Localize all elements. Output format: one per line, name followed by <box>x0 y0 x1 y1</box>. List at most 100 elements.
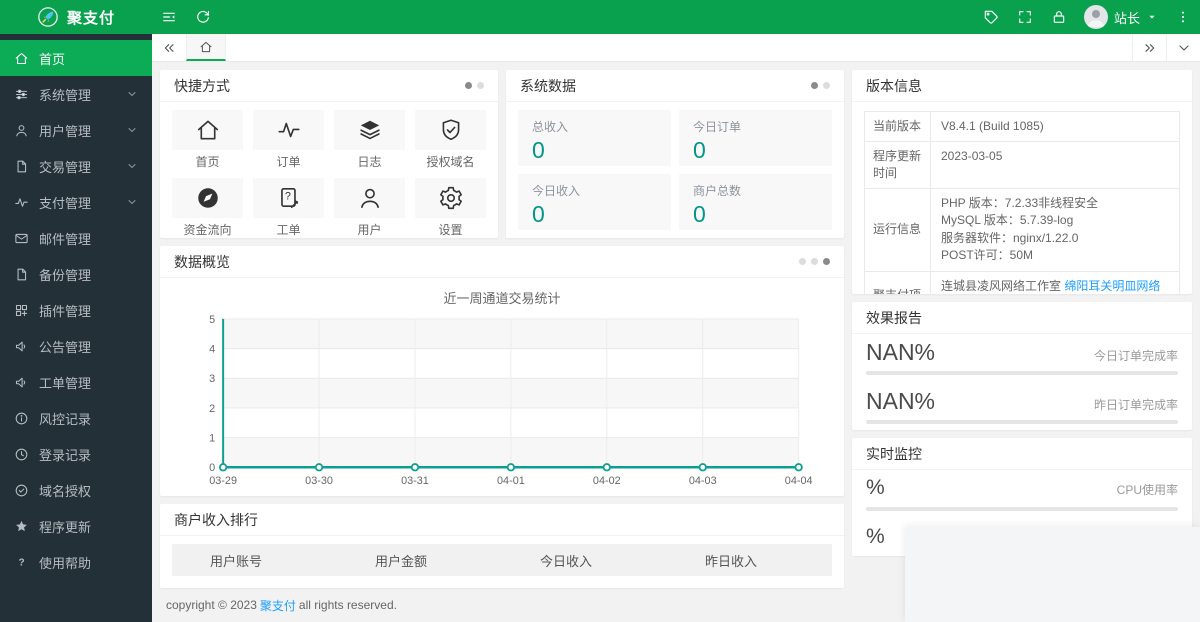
carousel-dot[interactable] <box>823 82 830 89</box>
svg-text:3: 3 <box>209 373 215 385</box>
svg-text:03-30: 03-30 <box>305 475 333 487</box>
quick-link-4[interactable]: 资金流向 <box>172 178 243 238</box>
progress-bar <box>866 420 1178 424</box>
carousel-dot[interactable] <box>799 258 806 265</box>
sidebar-item-0[interactable]: 首页 <box>0 40 152 76</box>
version-row: 运行信息 PHP 版本：7.2.33非线程安全 MySQL 版本：5.7.39-l… <box>865 188 1179 272</box>
sidebar-item-label: 登录记录 <box>39 447 92 463</box>
version-row-value: 连城县凌风网络工作室 绵阳耳关明皿网络科技有限公司 广州市小闹网络科技有限公司 … <box>931 272 1179 294</box>
plugin-icon <box>14 303 29 318</box>
sidebar-item-label: 首页 <box>39 51 66 67</box>
version-row-label: 聚支付项目组 <box>865 271 931 294</box>
sidebar-item-10[interactable]: 风控记录 <box>0 400 152 436</box>
footer-brand-link[interactable]: 聚支付 <box>260 597 296 614</box>
svg-text:04-03: 04-03 <box>689 475 717 487</box>
tag-icon[interactable] <box>974 0 1008 34</box>
quick-link-label: 设置 <box>438 223 463 237</box>
more-menu-icon[interactable] <box>1166 0 1200 34</box>
sidebar-item-1[interactable]: 系统管理 <box>0 76 152 112</box>
version-info-card: 版本信息 当前版本 V8.4.1 (Build 1085) 程序更新时间 202… <box>852 70 1192 294</box>
sidebar-item-6[interactable]: 备份管理 <box>0 256 152 292</box>
sidebar-item-9[interactable]: 工单管理 <box>0 364 152 400</box>
meter-label: CPU使用率 <box>1116 483 1178 497</box>
quick-link-7[interactable]: 设置 <box>415 178 486 238</box>
quick-link-6[interactable]: 用户 <box>334 178 405 238</box>
stat-box: 商户总数 0 <box>679 174 832 230</box>
fullscreen-icon[interactable] <box>1008 0 1042 34</box>
sidebar-item-13[interactable]: 程序更新 <box>0 508 152 544</box>
version-row: 聚支付项目组 连城县凌风网络工作室 绵阳耳关明皿网络科技有限公司 广州市小闹网络… <box>865 271 1179 294</box>
meter-row: NAN% 昨日订单完成率 <box>852 383 1192 424</box>
gear-icon <box>415 178 486 218</box>
brand[interactable]: 聚支付 <box>0 0 152 34</box>
carousel-dot[interactable] <box>465 82 472 89</box>
sidebar-item-14[interactable]: ? 使用帮助 <box>0 544 152 580</box>
rank-column-header: 昨日收入 <box>705 553 758 569</box>
carousel-dot[interactable] <box>823 258 830 265</box>
svg-text:2: 2 <box>209 403 215 415</box>
refresh-icon[interactable] <box>186 0 220 34</box>
tabs-scroll-right-icon[interactable] <box>1132 34 1166 61</box>
footer-text-suffix: all rights reserved. <box>298 598 397 612</box>
quick-link-label: 日志 <box>357 155 382 169</box>
tab-bar <box>152 34 1200 62</box>
svg-text:?: ? <box>18 557 24 568</box>
collapse-sidebar-icon[interactable] <box>152 0 186 34</box>
pulse-icon <box>14 195 29 210</box>
sidebar-item-5[interactable]: 邮件管理 <box>0 220 152 256</box>
doc-question-icon: ? <box>253 178 324 218</box>
shield-check-icon <box>415 110 486 150</box>
version-row-label: 运行信息 <box>865 188 931 271</box>
quick-link-5[interactable]: ? 工单 <box>253 178 324 238</box>
user-menu[interactable]: 站长 <box>1076 0 1166 34</box>
pulse-icon <box>253 110 324 150</box>
stat-value: 0 <box>693 201 706 227</box>
circle-check-icon <box>14 483 29 498</box>
stat-box: 今日订单 0 <box>679 110 832 166</box>
lock-icon[interactable] <box>1042 0 1076 34</box>
svg-text:04-01: 04-01 <box>497 475 525 487</box>
tabs-scroll-left-icon[interactable] <box>152 34 186 61</box>
mail-icon <box>14 231 29 246</box>
version-row: 当前版本 V8.4.1 (Build 1085) <box>865 112 1179 143</box>
avatar <box>1083 5 1108 29</box>
quick-link-3[interactable]: 授权域名 <box>415 110 486 170</box>
quick-link-2[interactable]: 日志 <box>334 110 405 170</box>
sidebar-item-7[interactable]: 插件管理 <box>0 292 152 328</box>
carousel-dot[interactable] <box>811 82 818 89</box>
sidebar-item-label: 备份管理 <box>39 267 92 283</box>
quick-link-label: 订单 <box>276 155 301 169</box>
line-chart: 0 1 2 3 4 5 03-29 03-30 03-31 04-01 04-0… <box>160 307 844 491</box>
meter-row: NAN% 今日订单完成率 <box>852 334 1192 375</box>
sidebar-item-2[interactable]: 用户管理 <box>0 112 152 148</box>
tab-home[interactable] <box>186 34 226 61</box>
user-icon <box>334 178 405 218</box>
quick-links-card: 快捷方式 首页 订单 日志 授权域名 资金流向 ? 工单 用户 设置 <box>160 70 498 238</box>
system-stats-title: 系统数据 <box>520 77 576 94</box>
compass-icon <box>172 178 243 218</box>
stat-value: 0 <box>532 137 545 163</box>
stat-label: 商户总数 <box>693 184 742 198</box>
sidebar-item-3[interactable]: 交易管理 <box>0 148 152 184</box>
sidebar-item-label: 支付管理 <box>39 195 92 211</box>
meter-row: % CPU使用率 <box>852 470 1192 511</box>
carousel-dot[interactable] <box>811 258 818 265</box>
app-window: 聚支付 站长 首页 系统管理 用户管理 交易管理 支付管理 邮件管理 备份管理 … <box>0 0 1200 622</box>
stat-label: 今日收入 <box>532 184 581 198</box>
carousel-dot[interactable] <box>477 82 484 89</box>
sidebar-item-11[interactable]: 登录记录 <box>0 436 152 472</box>
caret-down-icon <box>1146 11 1158 23</box>
star-icon <box>14 519 29 534</box>
sidebar-item-12[interactable]: 域名授权 <box>0 472 152 508</box>
sidebar-item-8[interactable]: 公告管理 <box>0 328 152 364</box>
quick-link-1[interactable]: 订单 <box>253 110 324 170</box>
sidebar-item-4[interactable]: 支付管理 <box>0 184 152 220</box>
quick-link-0[interactable]: 首页 <box>172 110 243 170</box>
sidebar-item-label: 系统管理 <box>39 87 92 103</box>
carousel-dots <box>799 258 830 265</box>
stat-label: 今日订单 <box>693 120 742 134</box>
meter-label: 昨日订单完成率 <box>1093 398 1178 412</box>
stat-value: 0 <box>693 137 706 163</box>
tabs-menu-icon[interactable] <box>1166 34 1200 61</box>
svg-text:04-04: 04-04 <box>785 475 813 487</box>
